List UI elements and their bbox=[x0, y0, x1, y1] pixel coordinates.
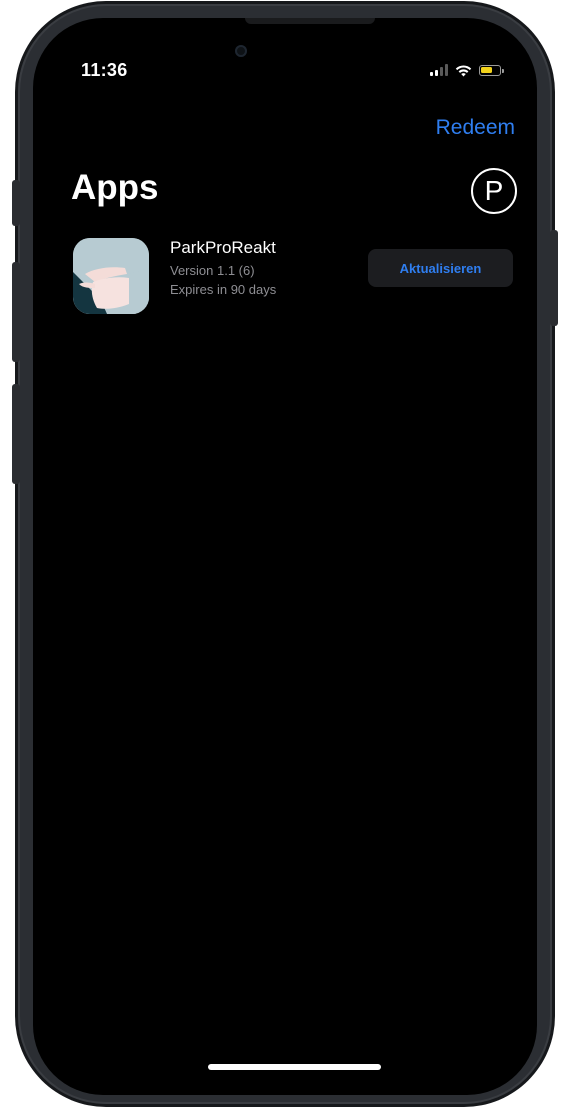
volume-down-button bbox=[12, 384, 20, 484]
power-button bbox=[550, 230, 558, 326]
screen: 11:36 Redeem Apps P ParkProReakt Version… bbox=[33, 18, 537, 1095]
status-icons bbox=[430, 62, 504, 78]
update-button[interactable]: Aktualisieren bbox=[368, 249, 513, 287]
app-expiry: Expires in 90 days bbox=[170, 282, 277, 297]
app-version: Version 1.1 (6) bbox=[170, 263, 255, 278]
status-time: 11:36 bbox=[81, 60, 128, 80]
home-indicator[interactable] bbox=[208, 1064, 381, 1070]
redeem-button[interactable]: Redeem bbox=[436, 116, 515, 140]
wifi-icon bbox=[455, 64, 472, 76]
battery-icon bbox=[479, 64, 504, 76]
page-title: Apps bbox=[71, 168, 159, 207]
hand-icon bbox=[73, 238, 149, 314]
earpiece bbox=[245, 18, 375, 24]
app-icon bbox=[73, 238, 149, 314]
profile-icon[interactable]: P bbox=[471, 168, 517, 214]
signal-icon bbox=[430, 64, 448, 76]
action-button bbox=[12, 180, 20, 226]
list-item[interactable]: ParkProReakt Version 1.1 (6) Expires in … bbox=[73, 238, 513, 318]
volume-up-button bbox=[12, 262, 20, 362]
app-name: ParkProReakt bbox=[170, 238, 276, 257]
front-camera bbox=[235, 45, 247, 57]
profile-icon-letter: P bbox=[484, 175, 504, 206]
